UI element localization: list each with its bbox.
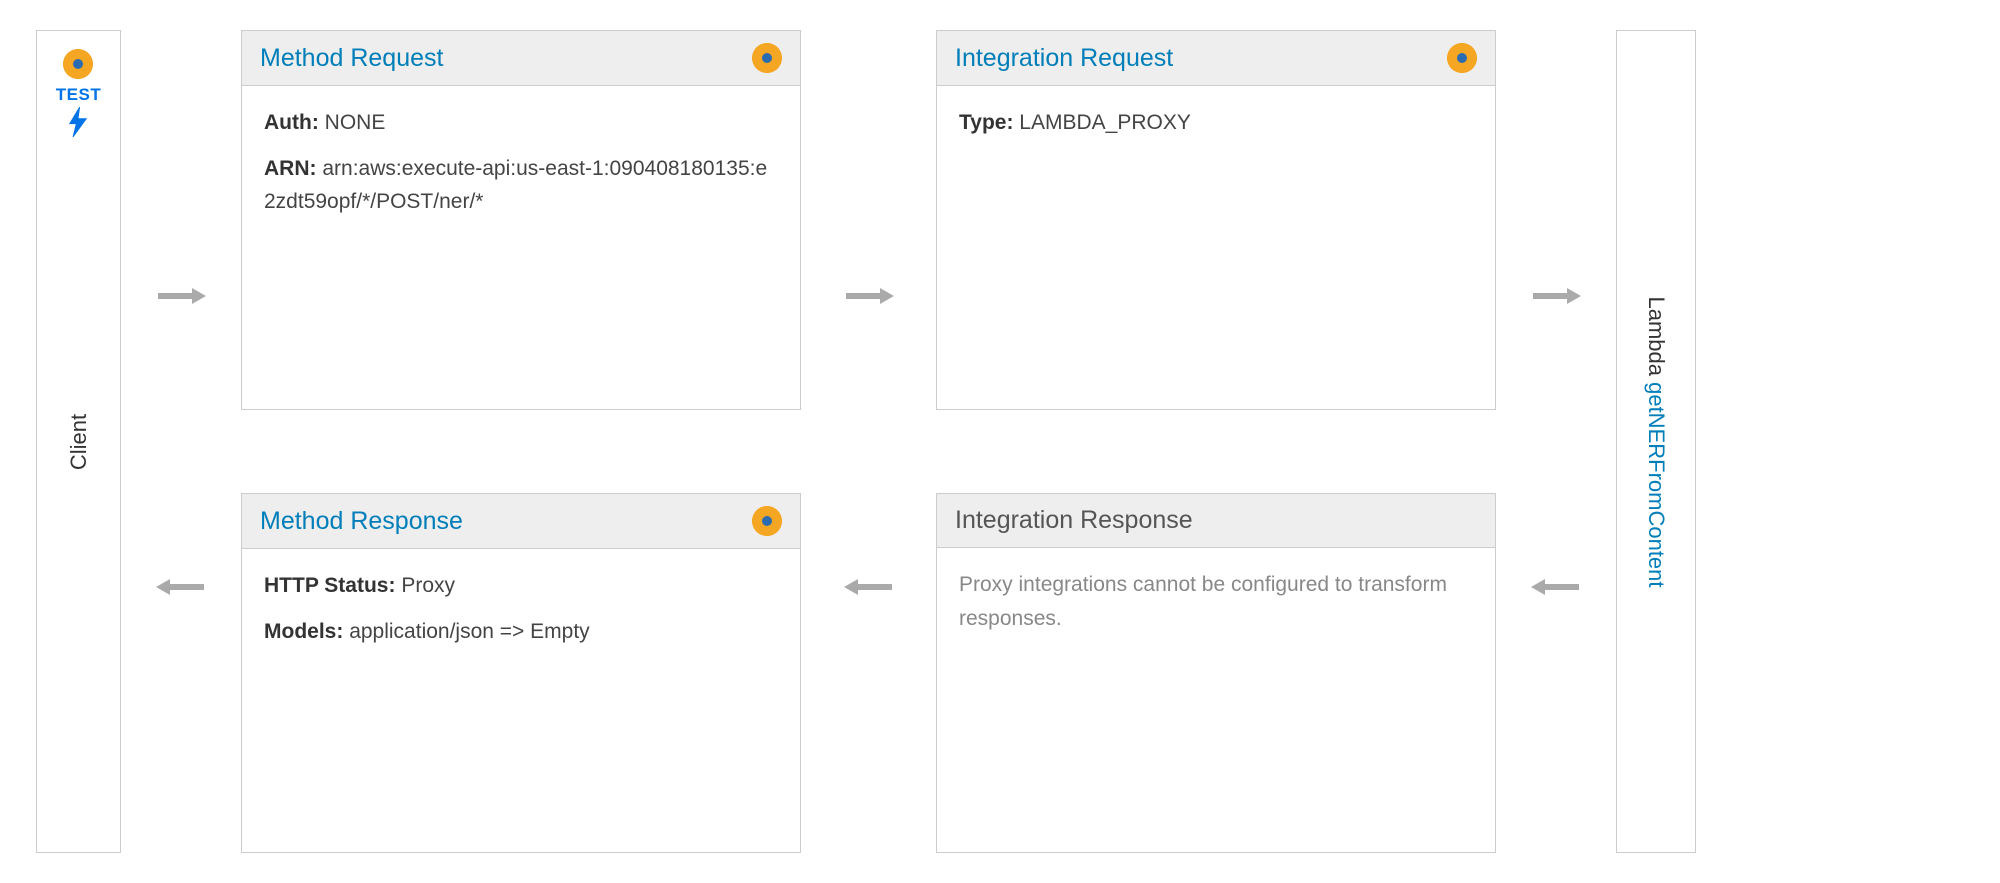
integration-column: Integration Request Type: LAMBDA_PROXY I… — [936, 30, 1496, 853]
arrow-right-icon — [844, 286, 894, 306]
auth-value: NONE — [325, 111, 386, 134]
lambda-panel-label: Lambda getNERFromContent — [1643, 296, 1669, 587]
client-panel: TEST Client — [36, 30, 121, 853]
card-body: Proxy integrations cannot be configured … — [937, 548, 1495, 667]
arrow-col-1 — [121, 30, 241, 853]
card-body: Auth: NONE ARN: arn:aws:execute-api:us-e… — [242, 86, 800, 251]
http-status-label: HTTP Status: — [264, 574, 395, 597]
card-title[interactable]: Integration Request — [955, 44, 1173, 73]
models-value: application/json => Empty — [349, 620, 589, 643]
arrow-col-3 — [1496, 30, 1616, 853]
method-response-card[interactable]: Method Response HTTP Status: Proxy Model… — [241, 493, 801, 853]
arn-label: ARN: — [264, 157, 317, 180]
arrow-left-icon — [156, 577, 206, 597]
http-status-value: Proxy — [401, 574, 455, 597]
target-icon — [1447, 43, 1477, 73]
method-request-card[interactable]: Method Request Auth: NONE ARN: arn:aws:e… — [241, 30, 801, 410]
card-header: Integration Response — [937, 494, 1495, 548]
method-column: Method Request Auth: NONE ARN: arn:aws:e… — [241, 30, 801, 853]
client-panel-label: Client — [66, 413, 92, 469]
card-title[interactable]: Method Request — [260, 44, 443, 73]
arrow-left-icon — [844, 577, 894, 597]
card-header: Integration Request — [937, 31, 1495, 86]
arrow-left-icon — [1531, 577, 1581, 597]
arrow-col-2 — [801, 30, 936, 853]
type-value: LAMBDA_PROXY — [1019, 111, 1191, 134]
card-body: Type: LAMBDA_PROXY — [937, 86, 1495, 172]
integration-request-card[interactable]: Integration Request Type: LAMBDA_PROXY — [936, 30, 1496, 410]
target-icon — [752, 43, 782, 73]
lambda-panel: Lambda getNERFromContent — [1616, 30, 1696, 853]
auth-label: Auth: — [264, 111, 319, 134]
models-label: Models: — [264, 620, 343, 643]
test-label: TEST — [56, 85, 101, 105]
lightning-icon — [68, 107, 88, 142]
client-test-block[interactable]: TEST — [56, 31, 101, 142]
lambda-prefix: Lambda — [1644, 296, 1669, 382]
lambda-function-link[interactable]: getNERFromContent — [1644, 382, 1669, 587]
card-title[interactable]: Method Response — [260, 507, 463, 536]
card-body: HTTP Status: Proxy Models: application/j… — [242, 549, 800, 680]
method-execution-diagram: TEST Client Method Request Auth: NONE — [0, 0, 2000, 883]
arn-value: arn:aws:execute-api:us-east-1:0904081801… — [264, 157, 767, 214]
integration-response-card: Integration Response Proxy integrations … — [936, 493, 1496, 853]
type-label: Type: — [959, 111, 1013, 134]
integration-response-message: Proxy integrations cannot be configured … — [959, 568, 1473, 635]
target-icon — [752, 506, 782, 536]
arrow-right-icon — [156, 286, 206, 306]
target-icon — [63, 49, 93, 79]
arrow-right-icon — [1531, 286, 1581, 306]
card-title: Integration Response — [955, 506, 1193, 535]
card-header: Method Request — [242, 31, 800, 86]
card-header: Method Response — [242, 494, 800, 549]
